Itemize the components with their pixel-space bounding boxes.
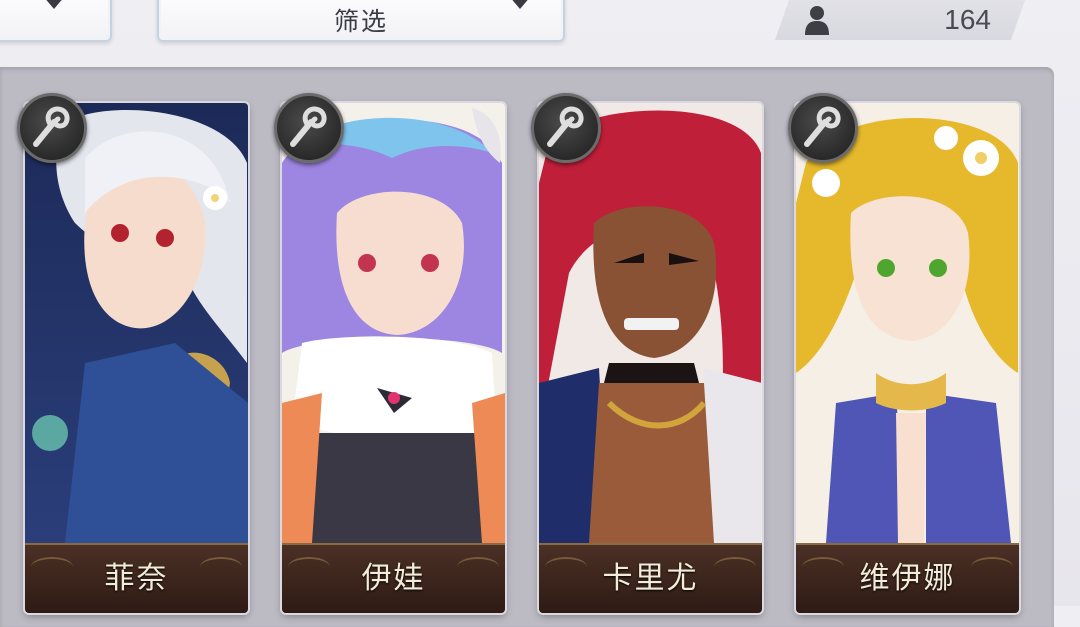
nameplate: 伊娃 [282,543,505,613]
staff-icon [804,106,841,147]
character-portrait-eve [282,103,505,543]
chevron-down-icon [43,0,65,9]
staff-icon [290,106,327,147]
nameplate: 菲奈 [25,543,248,613]
sort-dropdown[interactable] [0,0,112,42]
staff-icon [547,106,584,147]
class-badge [17,93,87,163]
character-portrait-weiina [796,103,1019,543]
character-name: 维伊娜 [859,561,956,596]
character-name: 菲奈 [104,561,169,596]
character-card-finai[interactable]: 菲奈 [25,103,248,613]
staff-icon [33,106,70,147]
nameplate: 维伊娜 [796,543,1019,613]
filter-dropdown[interactable]: 筛选 [157,0,565,42]
character-portrait-kaliyou [539,103,762,543]
nameplate: 卡里尤 [539,543,762,613]
character-name: 伊娃 [361,561,426,596]
character-card-eve[interactable]: 伊娃 [282,103,505,613]
chevron-down-icon [509,0,531,9]
character-count-badge: 164 [775,0,1025,40]
class-badge [531,93,601,163]
character-card-weiina[interactable]: 维伊娜 [796,103,1019,613]
character-card-kaliyou[interactable]: 卡里尤 [539,103,762,613]
class-badge [274,93,344,163]
character-name: 卡里尤 [602,561,699,596]
filter-dropdown-label: 筛选 [333,7,388,36]
character-portrait-finai [25,103,248,543]
class-badge [788,93,858,163]
character-count-value: 164 [944,4,991,35]
person-icon [804,5,830,35]
